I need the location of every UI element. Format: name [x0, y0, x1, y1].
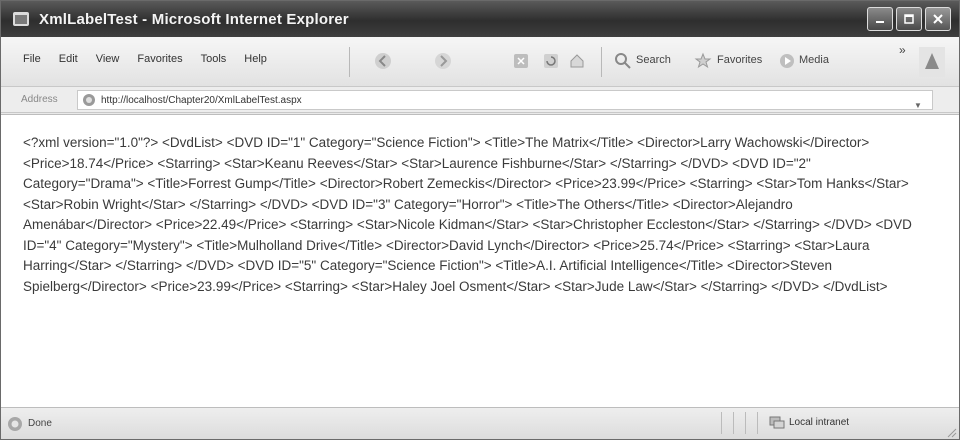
refresh-icon [544, 54, 558, 68]
status-text: Done [28, 418, 52, 429]
media-label[interactable]: Media [799, 54, 829, 66]
home-button[interactable] [567, 50, 587, 72]
security-zone: Local intranet [769, 415, 849, 429]
page-icon [82, 93, 96, 107]
status-pane [745, 412, 757, 434]
toolbar-separator [601, 47, 602, 77]
menu-file[interactable]: File [23, 53, 41, 65]
xml-output: <?xml version="1.0"?> <DvdList> <DVD ID=… [23, 135, 912, 294]
maximize-button[interactable] [896, 7, 922, 31]
page-done-icon [7, 416, 23, 432]
resize-grip-icon[interactable] [945, 425, 957, 438]
address-url[interactable]: http://localhost/Chapter20/XmlLabelTest.… [101, 95, 302, 106]
status-pane [757, 412, 769, 434]
address-bar: Address http://localhost/Chapter20/XmlLa… [1, 87, 959, 113]
menu-help[interactable]: Help [244, 53, 267, 65]
close-button[interactable] [925, 7, 951, 31]
media-icon [780, 54, 794, 68]
browser-window: XmlLabelTest - Microsoft Internet Explor… [0, 0, 960, 440]
toolbar-overflow-chevron[interactable]: » [899, 43, 906, 57]
minimize-icon [876, 21, 884, 23]
media-button[interactable] [777, 50, 797, 72]
status-pane [733, 412, 745, 434]
search-label[interactable]: Search [636, 54, 671, 66]
close-icon [933, 14, 943, 24]
menu-favorites[interactable]: Favorites [137, 53, 182, 65]
favorites-label[interactable]: Favorites [717, 54, 762, 66]
stop-button[interactable] [511, 50, 531, 72]
status-bar: Done Local intranet [1, 408, 959, 439]
menu-tools[interactable]: Tools [201, 53, 227, 65]
maximize-icon [904, 14, 914, 24]
chevron-down-icon[interactable]: ▼ [910, 97, 926, 113]
forward-arrow-icon [435, 53, 451, 69]
menu-toolbar-row: File Edit View Favorites Tools Help Sear… [1, 37, 959, 87]
minimize-button[interactable] [867, 7, 893, 31]
stop-icon [514, 54, 528, 68]
status-panes [721, 412, 769, 434]
favorites-star-icon [694, 52, 712, 69]
title-bar: XmlLabelTest - Microsoft Internet Explor… [1, 1, 959, 37]
toolbar-separator [349, 47, 350, 77]
zone-label: Local intranet [789, 416, 850, 428]
forward-button[interactable] [433, 50, 453, 72]
status-pane [721, 412, 733, 434]
address-field[interactable]: http://localhost/Chapter20/XmlLabelTest.… [77, 90, 933, 110]
address-label: Address [21, 94, 58, 105]
menu-edit[interactable]: Edit [59, 53, 78, 65]
menu-view[interactable]: View [96, 53, 120, 65]
refresh-button[interactable] [541, 50, 561, 72]
search-icon [615, 53, 631, 69]
search-button[interactable] [613, 50, 633, 72]
menu-bar: File Edit View Favorites Tools Help [23, 53, 267, 65]
favorites-button[interactable] [693, 50, 713, 72]
home-icon [570, 54, 584, 68]
back-arrow-icon [375, 53, 391, 69]
ie-logo-icon [11, 9, 31, 29]
ie-throbber-icon [919, 47, 945, 77]
window-controls [867, 7, 951, 31]
intranet-zone-icon [769, 416, 785, 429]
back-button[interactable] [373, 50, 393, 72]
window-title: XmlLabelTest - Microsoft Internet Explor… [39, 10, 349, 28]
page-content: <?xml version="1.0"?> <DvdList> <DVD ID=… [1, 114, 959, 408]
